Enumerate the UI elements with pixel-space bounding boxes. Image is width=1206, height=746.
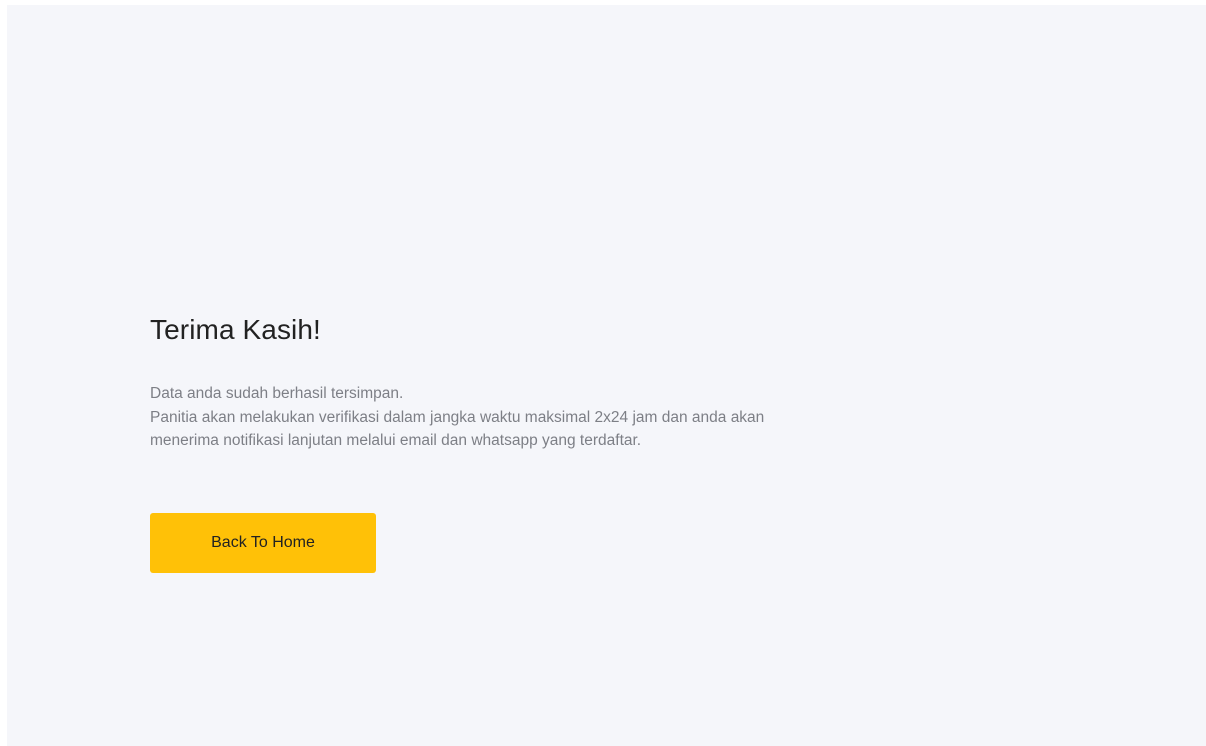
confirmation-message: Data anda sudah berhasil tersimpan. Pani… [150, 382, 910, 453]
message-line-verification: Panitia akan melakukan verifikasi dalam … [150, 408, 765, 426]
thank-you-page: Terima Kasih! Data anda sudah berhasil t… [7, 5, 1206, 746]
page-title: Terima Kasih! [150, 314, 321, 345]
message-line-notification: menerima notifikasi lanjutan melalui ema… [150, 432, 642, 449]
message-line-saved: Data anda sudah berhasil tersimpan. [150, 385, 404, 402]
thank-you-content: Terima Kasih! Data anda sudah berhasil t… [150, 310, 910, 453]
back-to-home-button[interactable]: Back To Home [150, 513, 376, 573]
